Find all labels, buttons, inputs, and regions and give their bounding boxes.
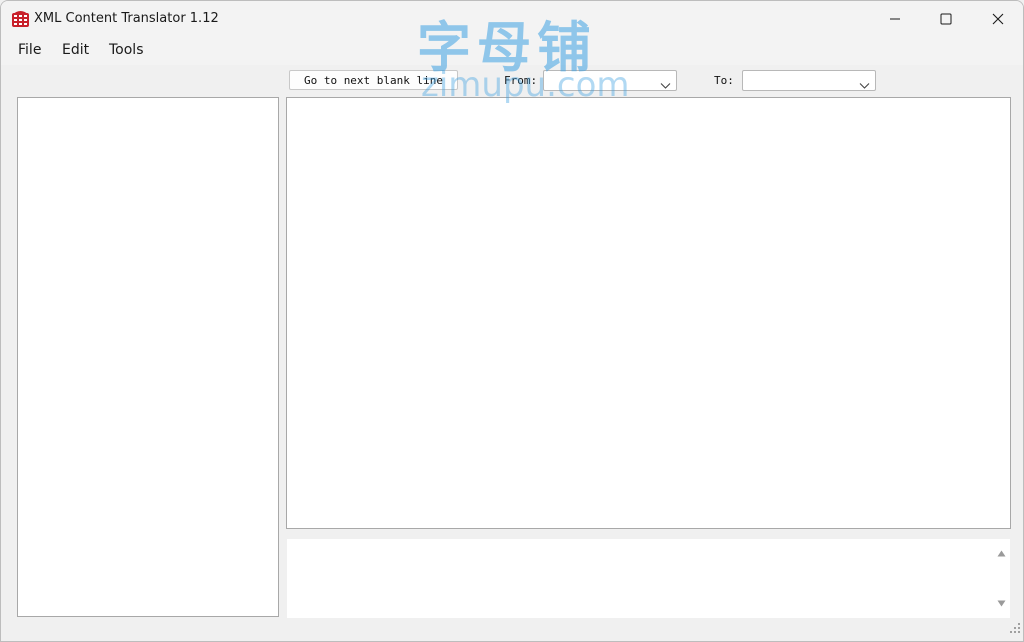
scroll-up-icon[interactable]: [997, 544, 1006, 562]
menu-file[interactable]: File: [18, 42, 41, 58]
translation-text-area[interactable]: [287, 539, 1010, 618]
menu-tools[interactable]: Tools: [109, 42, 144, 58]
from-language-select[interactable]: [543, 70, 677, 91]
next-blank-line-button[interactable]: Go to next blank line: [289, 70, 458, 90]
minimize-icon: [889, 13, 901, 25]
app-logo-icon: [11, 9, 30, 28]
node-tree-panel[interactable]: [17, 97, 279, 617]
close-icon: [992, 13, 1004, 25]
menu-edit[interactable]: Edit: [62, 42, 89, 58]
scroll-down-icon[interactable]: [997, 594, 1006, 612]
chevron-down-icon: [859, 77, 870, 95]
vertical-scrollbar[interactable]: [993, 539, 1010, 618]
title-bar[interactable]: XML Content Translator 1.12: [1, 1, 1023, 37]
minimize-button[interactable]: [872, 1, 918, 37]
content-grid-panel[interactable]: [286, 97, 1011, 529]
to-language-select[interactable]: [742, 70, 876, 91]
maximize-icon: [940, 13, 952, 25]
maximize-button[interactable]: [923, 1, 969, 37]
close-button[interactable]: [975, 1, 1021, 37]
chevron-down-icon: [660, 77, 671, 95]
resize-grip-icon[interactable]: [1009, 621, 1021, 639]
to-label: To:: [714, 74, 734, 87]
menu-bar: File Edit Tools: [1, 37, 1023, 65]
app-window: XML Content Translator 1.12 File Edit To…: [0, 0, 1024, 642]
window-title: XML Content Translator 1.12: [34, 11, 219, 26]
from-label: From:: [504, 74, 538, 87]
